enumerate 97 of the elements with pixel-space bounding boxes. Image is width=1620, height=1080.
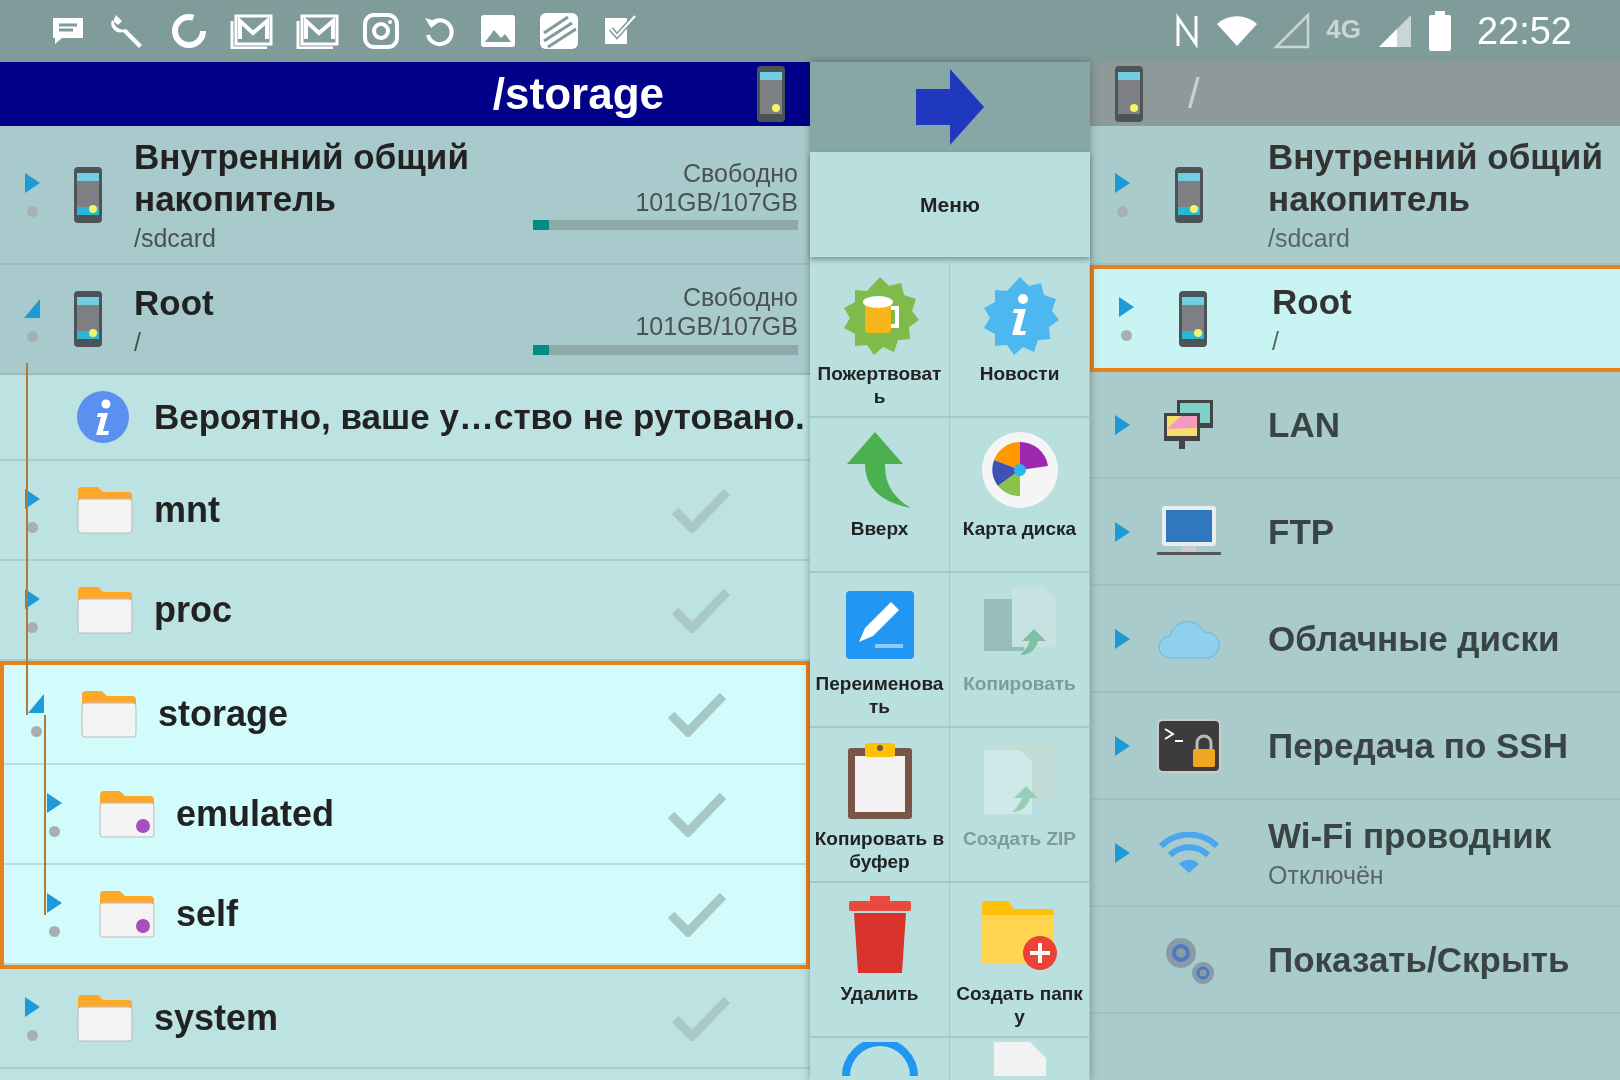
node-dot: [26, 621, 38, 633]
expand-arrow-icon[interactable]: [23, 587, 41, 610]
check-icon[interactable]: [672, 995, 730, 1041]
menu-item[interactable]: Вверх: [810, 418, 950, 573]
expand-arrow-icon[interactable]: [1113, 172, 1131, 194]
folder-name[interactable]: system: [154, 997, 672, 1039]
node-dot: [1120, 330, 1132, 341]
menu-item[interactable]: Пожертвовать: [810, 263, 950, 418]
trash-icon: [847, 895, 912, 975]
expand-arrow-icon[interactable]: [1113, 734, 1131, 757]
free-space: 101GB/107GB: [634, 187, 798, 217]
folder-icon: [76, 993, 134, 1043]
signal-icon: [1274, 13, 1311, 49]
folder-name[interactable]: self: [176, 893, 668, 935]
expand-arrow-icon[interactable]: [1117, 296, 1135, 318]
expand-arrow-icon[interactable]: [23, 172, 41, 194]
wifi-icon: [1216, 15, 1259, 47]
message-icon: [50, 15, 86, 47]
location-item[interactable]: Облачные диски: [1090, 586, 1620, 693]
network-type: 4G: [1326, 13, 1361, 45]
terminal-lock-icon: [1157, 718, 1221, 773]
menu-item[interactable]: Карта диска: [950, 418, 1090, 573]
volume-title[interactable]: Root: [134, 281, 533, 324]
menu-item[interactable]: Новости: [950, 263, 1090, 418]
phone-icon: [1173, 165, 1205, 224]
folder-icon: [76, 485, 134, 535]
node-dot: [1116, 206, 1128, 217]
info-icon: [76, 390, 130, 444]
ring-icon: [839, 1042, 920, 1076]
expand-arrow-icon[interactable]: [1113, 413, 1131, 436]
folder-name[interactable]: mnt: [154, 489, 672, 531]
phone-icon: [72, 290, 104, 348]
node-dot: [48, 825, 60, 837]
location-item[interactable]: Root /: [1090, 265, 1620, 372]
sync-icon: [170, 12, 208, 50]
folder-name[interactable]: proc: [154, 589, 672, 631]
document-icon: [992, 1042, 1047, 1076]
volume-title[interactable]: Внутренний общий накопитель: [134, 136, 533, 220]
mail-icon: [296, 13, 340, 49]
folder-icon: [80, 689, 138, 739]
phone-icon: [1177, 289, 1209, 348]
folder-icon: [98, 889, 156, 939]
app-icon: [538, 11, 580, 51]
menu-button[interactable]: Меню: [810, 152, 1090, 257]
expand-arrow-icon[interactable]: [23, 995, 41, 1018]
free-space: 101GB/107GB: [634, 312, 798, 341]
expand-arrow-icon[interactable]: [45, 791, 63, 814]
phone-icon: [756, 65, 786, 123]
expand-arrow-icon[interactable]: [1113, 841, 1131, 864]
notice-text: Вероятно, ваше у…ство не рутовано.: [154, 397, 805, 437]
camera-icon: [362, 12, 400, 50]
computers-icon: [1163, 398, 1215, 451]
folder-icon: [98, 789, 156, 839]
node-dot: [26, 521, 38, 533]
path-title: /storage: [492, 69, 664, 119]
location-item[interactable]: FTP: [1090, 479, 1620, 586]
mail-icon: [230, 13, 274, 49]
location-item[interactable]: LAN: [1090, 372, 1620, 479]
expand-arrow-icon[interactable]: [23, 487, 41, 510]
path-title: /: [1188, 70, 1200, 118]
check-icon[interactable]: [672, 587, 730, 633]
folder-name[interactable]: storage: [158, 693, 668, 735]
image-icon: [480, 14, 516, 48]
storage-path: /: [134, 327, 142, 357]
menu-item[interactable]: Переименовать: [810, 573, 950, 728]
expand-arrow-icon[interactable]: [1113, 520, 1131, 543]
menu-item[interactable]: Удалить: [810, 883, 950, 1038]
menu-item[interactable]: Копировать в буфер: [810, 728, 950, 883]
node-dot: [26, 330, 38, 342]
check-icon[interactable]: [668, 791, 726, 837]
free-label: Свободно: [682, 158, 798, 188]
folder-name[interactable]: emulated: [176, 793, 668, 835]
location-item[interactable]: Показать/Скрыть: [1090, 907, 1620, 1014]
phone-icon: [72, 165, 104, 224]
expand-arrow-icon[interactable]: [45, 891, 63, 914]
folder-icon: [76, 585, 134, 635]
expand-arrow-icon[interactable]: [1113, 627, 1131, 650]
location-item[interactable]: Передача по SSH: [1090, 693, 1620, 800]
location-item[interactable]: Wi-Fi проводник Отключён: [1090, 800, 1620, 907]
node-dot: [30, 725, 42, 737]
clipboard-icon: [846, 740, 913, 820]
wifi-icon: [1158, 831, 1220, 874]
check-icon[interactable]: [668, 691, 726, 737]
clock-time: 22:52: [1476, 9, 1572, 53]
battery-icon: [1428, 11, 1451, 51]
node-dot: [48, 925, 60, 937]
phone-icon: [1114, 65, 1144, 123]
pie-chart-icon: [979, 430, 1060, 510]
node-dot: [26, 1029, 38, 1041]
check-icon[interactable]: [668, 891, 726, 937]
node-dot: [26, 206, 38, 217]
menu-item[interactable]: Создать папку: [950, 883, 1090, 1038]
arrow-right-icon[interactable]: [914, 67, 986, 147]
storage-path: /sdcard: [134, 224, 217, 253]
nfc-icon: [1174, 12, 1201, 50]
free-label: Свободно: [682, 283, 798, 312]
check-icon[interactable]: [672, 487, 730, 533]
